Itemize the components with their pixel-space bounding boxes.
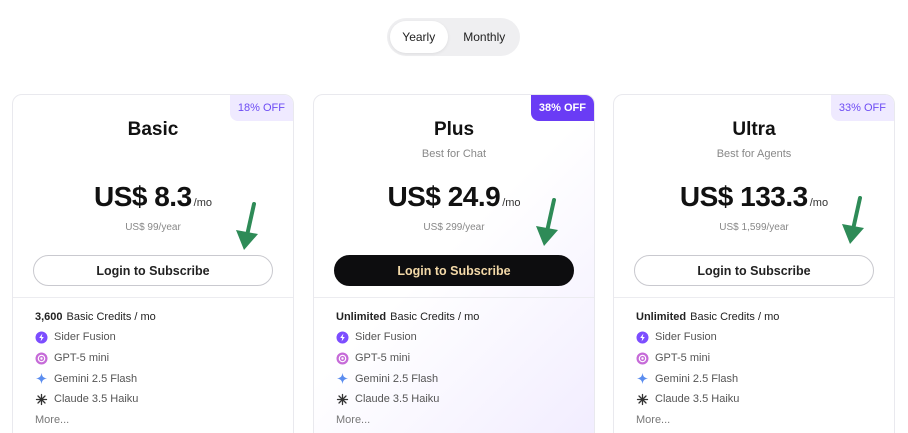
feature-label: Gemini 2.5 Flash [355,372,439,385]
credits-line: Unlimited Basic Credits / mo [336,307,584,327]
login-to-subscribe-button[interactable]: Login to Subscribe [33,255,273,286]
divider [614,297,894,298]
feature-label: GPT-5 mini [355,352,411,365]
feature-label: GPT-5 mini [54,352,110,365]
list-item: Sider Fusion [336,327,584,348]
credits-line: 3,600 Basic Credits / mo [35,307,283,327]
divider [314,297,594,298]
feature-label: Claude 3.5 Haiku [355,393,440,406]
gemini-icon [35,372,48,385]
plan-title: Basic [127,119,179,140]
toggle-monthly[interactable]: Monthly [452,21,517,53]
credits-amount: Unlimited [636,311,687,323]
claude-icon [35,393,48,406]
login-to-subscribe-button[interactable]: Login to Subscribe [634,255,874,286]
more-link[interactable]: More... [35,410,283,430]
price-period: /mo [193,197,212,209]
annotation-arrow-icon [536,198,558,246]
plan-subtitle: Best for Agents [716,148,792,160]
list-item: GPT-5 mini [636,348,884,369]
feature-label: Sider Fusion [355,331,417,344]
toggle-yearly[interactable]: Yearly [390,21,448,53]
plan-title: Ultra [732,119,776,140]
discount-badge: 33% OFF [830,95,894,121]
credits-line: Unlimited Basic Credits / mo [636,307,884,327]
list-item: Claude 3.5 Haiku [336,389,584,410]
credits-label: Basic Credits / mo [690,311,780,323]
gemini-icon [636,372,649,385]
plan-card-plus: 38% OFF Plus Best for Chat US$ 24.9/mo U… [313,94,595,433]
credits-label: Basic Credits / mo [390,311,480,323]
discount-badge: 38% OFF [530,95,594,121]
feature-label: Claude 3.5 Haiku [54,393,139,406]
feature-label: GPT-5 mini [655,352,711,365]
credits-amount: Unlimited [336,311,387,323]
more-link[interactable]: More... [336,410,584,430]
gemini-icon [336,372,349,385]
list-item: Gemini 2.5 Flash [636,368,884,389]
billing-toggle: Yearly Monthly [387,18,520,56]
price-period: /mo [502,197,521,209]
feature-label: Gemini 2.5 Flash [54,372,138,385]
price-period: /mo [809,197,829,209]
claude-icon [336,393,349,406]
plan-card-ultra: 33% OFF Ultra Best for Agents US$ 133.3/… [613,94,895,433]
divider [13,297,293,298]
gpt-icon [636,352,649,365]
list-item: Gemini 2.5 Flash [35,368,283,389]
sider-fusion-icon [35,331,48,344]
list-item: GPT-5 mini [35,348,283,369]
more-link[interactable]: More... [636,410,884,430]
credits-label: Basic Credits / mo [66,311,156,323]
list-item: Sider Fusion [35,327,283,348]
feature-label: Gemini 2.5 Flash [655,372,739,385]
feature-label: Sider Fusion [54,331,116,344]
list-item: Claude 3.5 Haiku [35,389,283,410]
feature-label: Claude 3.5 Haiku [655,393,740,406]
gpt-icon [336,352,349,365]
gpt-icon [35,352,48,365]
price-amount: US$ 24.9 [387,181,501,212]
feature-list: Unlimited Basic Credits / mo Sider Fusion… [636,307,884,430]
sider-fusion-icon [336,331,349,344]
login-to-subscribe-button[interactable]: Login to Subscribe [334,255,574,286]
plan-subtitle: Best for Chat [421,148,487,160]
feature-list: 3,600 Basic Credits / mo Sider Fusion GPT… [35,307,283,430]
annotation-arrow-icon [842,196,864,244]
list-item: Gemini 2.5 Flash [336,368,584,389]
discount-badge: 18% OFF [229,95,293,121]
claude-icon [636,393,649,406]
feature-list: Unlimited Basic Credits / mo Sider Fusion… [336,307,584,430]
list-item: Claude 3.5 Haiku [636,389,884,410]
credits-amount: 3,600 [35,311,63,323]
price-amount: US$ 133.3 [679,181,808,212]
plan-title: Plus [433,119,475,140]
list-item: GPT-5 mini [336,348,584,369]
list-item: Sider Fusion [636,327,884,348]
feature-label: Sider Fusion [655,331,717,344]
annotation-arrow-icon [236,202,258,250]
plan-card-basic: 18% OFF Basic US$ 8.3/mo US$ 99/year Log… [12,94,294,433]
sider-fusion-icon [636,331,649,344]
price-amount: US$ 8.3 [93,181,192,212]
